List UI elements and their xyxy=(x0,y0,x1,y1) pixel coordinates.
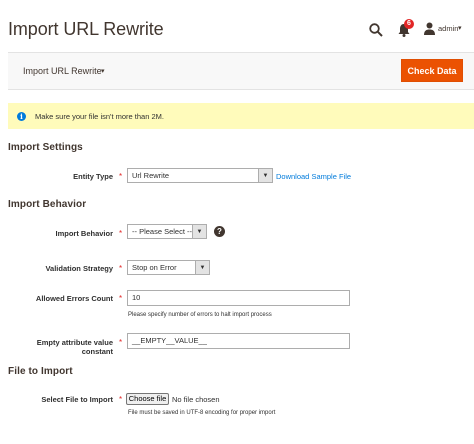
breadcrumb[interactable]: Import URL Rewrite xyxy=(23,66,102,76)
file-status-text: No file chosen xyxy=(172,395,220,404)
allowed-errors-label: Allowed Errors Count xyxy=(35,294,113,303)
allowed-errors-input[interactable]: 10 xyxy=(127,290,350,306)
required-mark: * xyxy=(119,338,123,347)
empty-attribute-input[interactable]: __EMPTY__VALUE__ xyxy=(127,333,350,349)
import-behavior-value: -- Please Select -- xyxy=(132,227,193,236)
choose-file-button[interactable]: Choose file xyxy=(126,393,169,405)
search-icon[interactable] xyxy=(369,23,383,37)
chevron-down-icon[interactable]: ▾ xyxy=(101,67,105,75)
chevron-down-icon: ▼ xyxy=(192,225,206,238)
import-behavior-label: Import Behavior xyxy=(55,229,113,238)
check-data-button[interactable]: Check Data xyxy=(401,59,463,82)
required-mark: * xyxy=(119,395,123,404)
chevron-down-icon: ▼ xyxy=(195,261,209,274)
validation-strategy-label: Validation Strategy xyxy=(45,264,113,273)
chevron-down-icon: ▼ xyxy=(258,169,272,182)
entity-type-value: Url Rewrite xyxy=(132,171,170,180)
required-mark: * xyxy=(119,172,123,181)
empty-attribute-label: Empty attribute value constant xyxy=(36,338,113,356)
validation-strategy-select[interactable]: Stop on Error ▼ xyxy=(127,260,210,275)
validation-strategy-value: Stop on Error xyxy=(132,263,177,272)
entity-type-label: Entity Type xyxy=(73,172,113,181)
select-file-label: Select File to Import xyxy=(41,395,113,404)
file-encoding-note: File must be saved in UTF-8 encoding for… xyxy=(128,410,276,416)
section-title-import-settings: Import Settings xyxy=(8,142,83,153)
chevron-down-icon[interactable]: ▾ xyxy=(458,24,462,32)
page-title: Import URL Rewrite xyxy=(8,19,164,39)
info-icon: i xyxy=(17,112,26,121)
required-mark: * xyxy=(119,294,123,303)
required-mark: * xyxy=(119,264,123,273)
notice-text: Make sure your file isn't more than 2M. xyxy=(35,112,164,121)
download-sample-file-link[interactable]: Download Sample File xyxy=(276,172,351,181)
user-menu-name[interactable]: admin xyxy=(438,24,458,33)
entity-type-select[interactable]: Url Rewrite ▼ xyxy=(127,168,273,183)
required-mark: * xyxy=(119,229,123,238)
section-title-file-to-import: File to Import xyxy=(8,366,73,377)
user-icon[interactable] xyxy=(424,22,435,35)
notification-count-badge: 6 xyxy=(404,19,414,29)
import-behavior-select[interactable]: -- Please Select -- ▼ xyxy=(127,224,207,239)
help-icon[interactable]: ? xyxy=(214,226,225,237)
allowed-errors-note: Please specify number of errors to halt … xyxy=(128,312,272,318)
section-title-import-behavior: Import Behavior xyxy=(8,199,87,210)
